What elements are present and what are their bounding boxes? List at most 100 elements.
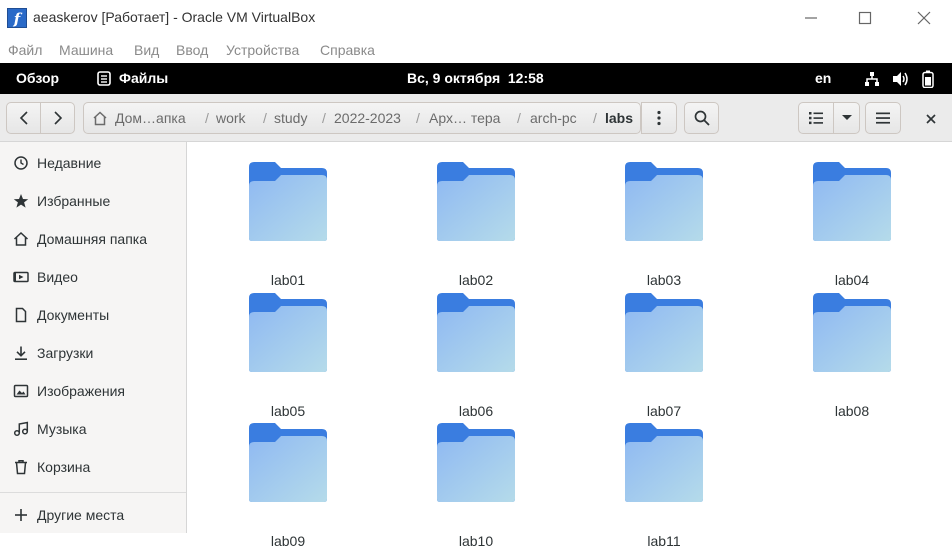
sidebar-item-label: Видео: [37, 269, 78, 285]
sidebar-item-label: Изображения: [37, 383, 125, 399]
back-button[interactable]: [6, 102, 41, 134]
menu-file[interactable]: Файл: [8, 42, 42, 58]
menu-input[interactable]: Ввод: [176, 42, 208, 58]
folder-item[interactable]: lab08: [797, 293, 907, 419]
folder-item[interactable]: lab04: [797, 162, 907, 288]
download-icon: [12, 344, 30, 362]
folder-item[interactable]: lab02: [421, 162, 531, 288]
folder-item[interactable]: lab11: [609, 423, 719, 549]
folder-item[interactable]: lab01: [233, 162, 343, 288]
sidebar-item-label: Избранные: [37, 193, 111, 209]
clock[interactable]: Вс, 9 октября 12:58: [407, 70, 544, 86]
close-icon: [926, 114, 936, 124]
crumb-work[interactable]: work: [216, 110, 246, 126]
folder-icon: [249, 293, 327, 372]
sidebar-item-pictures[interactable]: Изображения: [0, 372, 186, 410]
menu-view[interactable]: Вид: [134, 42, 159, 58]
folder-item[interactable]: lab06: [421, 293, 531, 419]
sidebar-item-label: Документы: [37, 307, 110, 323]
minimize-icon: [805, 17, 817, 19]
maximize-icon: [858, 11, 872, 25]
path-separator: /: [205, 110, 209, 126]
maximize-button[interactable]: [845, 4, 885, 32]
battery-icon[interactable]: [922, 70, 934, 92]
folder-icon: [625, 162, 703, 241]
folder-item[interactable]: lab03: [609, 162, 719, 288]
close-window-button[interactable]: [904, 4, 944, 32]
path-separator: /: [593, 110, 597, 126]
sidebar-item-trash[interactable]: Корзина: [0, 448, 186, 486]
folder-name: lab04: [834, 272, 870, 288]
volume-icon[interactable]: [892, 71, 910, 91]
sidebar-item-videos[interactable]: Видео: [0, 258, 186, 296]
path-menu-button[interactable]: [641, 102, 677, 134]
folder-icon: [249, 162, 327, 241]
search-button[interactable]: [684, 102, 719, 134]
vertical-dots-icon: [657, 110, 661, 126]
path-separator: /: [517, 110, 521, 126]
trash-icon: [12, 458, 30, 476]
clock-icon: [12, 154, 30, 172]
menu-machine[interactable]: Машина: [59, 42, 113, 58]
search-icon: [694, 110, 710, 126]
activities-button[interactable]: Обзор: [16, 70, 59, 86]
forward-button[interactable]: [40, 102, 75, 134]
folder-icon: [249, 423, 327, 502]
path-separator: /: [263, 110, 267, 126]
folder-name: lab06: [458, 403, 494, 419]
crumb-home[interactable]: Дом…апка: [115, 110, 186, 126]
network-icon[interactable]: [864, 71, 880, 91]
crumb-labs[interactable]: labs: [605, 110, 633, 126]
window-title: aeaskerov [Работает] - Oracle VM Virtual…: [33, 9, 316, 25]
menu-help[interactable]: Справка: [320, 42, 375, 58]
chevron-left-icon: [19, 111, 28, 125]
menu-devices[interactable]: Устройства: [226, 42, 299, 58]
folder-name: lab05: [270, 403, 306, 419]
virtualbox-menubar: Файл Машина Вид Ввод Устройства Справка: [0, 38, 952, 63]
folder-item[interactable]: lab09: [233, 423, 343, 549]
folder-icon: [813, 293, 891, 372]
sidebar-item-label: Другие места: [37, 507, 125, 523]
folder-icon: [437, 162, 515, 241]
folder-icon: [625, 293, 703, 372]
path-separator: /: [322, 110, 326, 126]
close-files-button[interactable]: [917, 110, 945, 128]
folder-name: lab09: [270, 533, 306, 549]
video-icon: [12, 268, 30, 286]
crumb-arch-folder[interactable]: Арх… тера: [429, 110, 500, 126]
document-icon: [12, 306, 30, 324]
folder-name: lab03: [646, 272, 682, 288]
sidebar-item-other-locations[interactable]: Другие места: [0, 496, 186, 534]
folder-name: lab08: [834, 403, 870, 419]
close-icon: [917, 11, 931, 25]
folder-icon: [625, 423, 703, 502]
sidebar-item-home[interactable]: Домашняя папка: [0, 220, 186, 258]
app-menu-files[interactable]: Файлы: [119, 70, 168, 86]
crumb-2022-2023[interactable]: 2022-2023: [334, 110, 401, 126]
view-options-button[interactable]: [833, 102, 860, 134]
main-menu-button[interactable]: [865, 102, 901, 134]
sidebar-item-starred[interactable]: Избранные: [0, 182, 186, 220]
image-icon: [12, 382, 30, 400]
home-icon: [92, 111, 108, 130]
sidebar-item-documents[interactable]: Документы: [0, 296, 186, 334]
path-separator: /: [416, 110, 420, 126]
sidebar-item-music[interactable]: Музыка: [0, 410, 186, 448]
folder-item[interactable]: lab10: [421, 423, 531, 549]
crumb-arch-pc[interactable]: arch-pc: [530, 110, 577, 126]
gnome-top-bar: Обзор Файлы Вс, 9 октября 12:58 en: [0, 63, 952, 94]
keyboard-layout-indicator[interactable]: en: [815, 70, 831, 86]
folder-item[interactable]: lab07: [609, 293, 719, 419]
sidebar-divider: [0, 492, 186, 493]
sidebar-item-recent[interactable]: Недавние: [0, 144, 186, 182]
files-app-icon: [97, 71, 111, 86]
view-list-button[interactable]: [798, 102, 834, 134]
star-icon: [12, 192, 30, 210]
crumb-study[interactable]: study: [274, 110, 307, 126]
minimize-button[interactable]: [791, 4, 831, 32]
path-bar: Дом…апка / work / study / 2022-2023 / Ар…: [83, 102, 641, 134]
sidebar-item-label: Домашняя папка: [37, 231, 148, 247]
folder-icon: [437, 423, 515, 502]
sidebar-item-downloads[interactable]: Загрузки: [0, 334, 186, 372]
folder-item[interactable]: lab05: [233, 293, 343, 419]
